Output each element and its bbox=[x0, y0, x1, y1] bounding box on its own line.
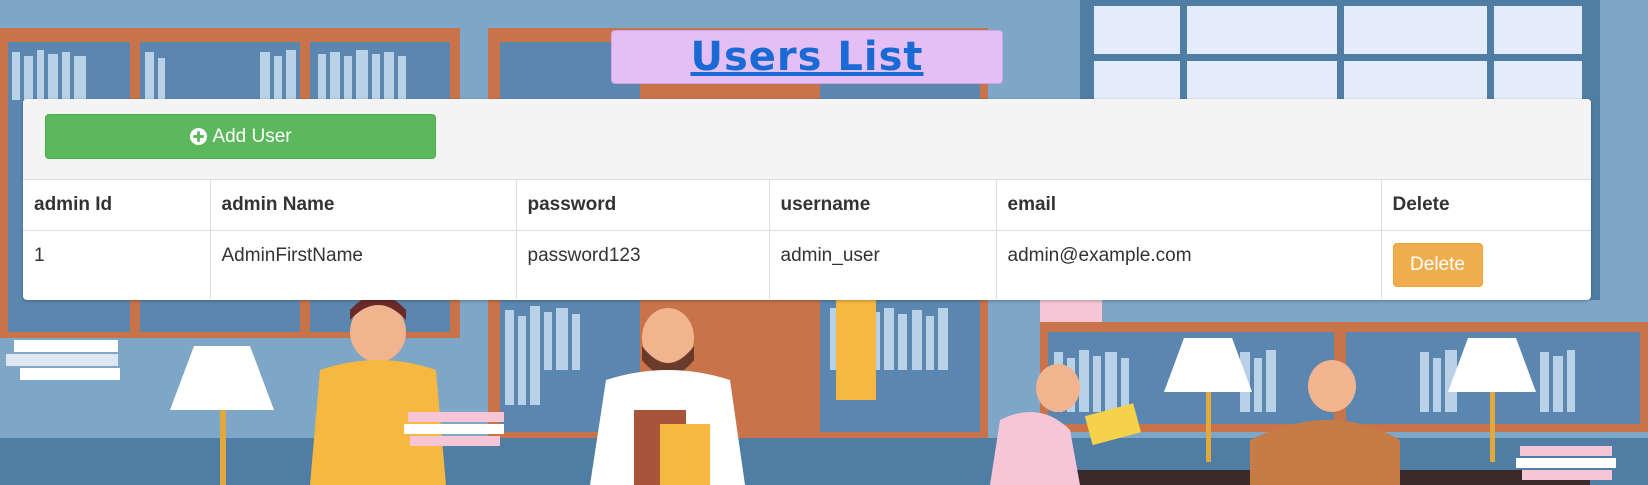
cell-username: admin_user bbox=[769, 230, 997, 299]
users-table: admin Id admin Name password username em… bbox=[23, 180, 1591, 299]
delete-button[interactable]: Delete bbox=[1392, 243, 1483, 287]
header-username: username bbox=[769, 180, 997, 231]
cell-admin-name: AdminFirstName bbox=[210, 230, 517, 299]
page-title: Users List bbox=[690, 34, 924, 80]
header-admin-id: admin Id bbox=[23, 180, 211, 231]
header-password: password bbox=[516, 180, 770, 231]
cell-password: password123 bbox=[516, 230, 770, 299]
table-row: 1 AdminFirstName password123 admin_user … bbox=[23, 230, 1591, 299]
cell-email: admin@example.com bbox=[996, 230, 1382, 299]
plus-circle-icon bbox=[189, 127, 208, 146]
add-user-label: Add User bbox=[212, 125, 292, 147]
cell-delete: Delete bbox=[1381, 231, 1591, 299]
header-admin-name: admin Name bbox=[210, 180, 517, 231]
table-header-row: admin Id admin Name password username em… bbox=[23, 180, 1591, 231]
header-email: email bbox=[996, 180, 1382, 231]
panel-header: Add User bbox=[23, 99, 1591, 180]
header-delete: Delete bbox=[1381, 180, 1591, 231]
cell-admin-id: 1 bbox=[23, 230, 211, 299]
add-user-button[interactable]: Add User bbox=[45, 114, 436, 159]
page-title-banner: Users List bbox=[611, 30, 1003, 84]
users-panel: Add User admin Id admin Name password us… bbox=[23, 99, 1591, 300]
